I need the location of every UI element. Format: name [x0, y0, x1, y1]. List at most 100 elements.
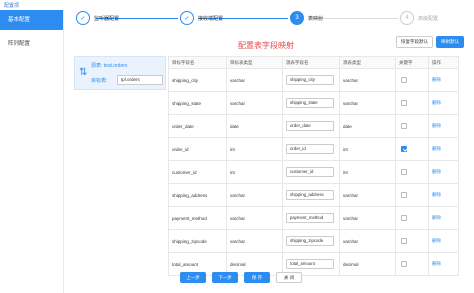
source-field-select[interactable]: shipping_city	[286, 75, 334, 85]
action-cell: 删除	[428, 137, 459, 161]
target-field-type: varchar	[226, 206, 283, 230]
delete-link[interactable]: 删除	[432, 146, 441, 151]
source-field-type: varchar	[339, 229, 396, 253]
action-cell: 删除	[428, 160, 459, 184]
delete-link[interactable]: 删除	[432, 100, 441, 105]
table-header-row: 目标字段名 目标表类型 源表字段名 源表类型 关键字 操作	[168, 56, 459, 69]
footer-actions: 上一步 下一步 保 存 关 闭	[180, 272, 302, 284]
key-cell	[395, 68, 429, 92]
reset-fields-button[interactable]: 恢复字段默认	[396, 36, 433, 48]
table-row: payment_method varchar payment_method varch…	[168, 206, 459, 230]
delete-link[interactable]: 删除	[432, 169, 441, 174]
table-row: order_date date order_date date 删除	[168, 114, 459, 138]
source-field-cell: customer_id	[282, 160, 340, 184]
target-field-name: shipping_address	[168, 183, 227, 207]
step-number: 4	[400, 11, 414, 25]
col-header-target-type: 目标表类型	[226, 56, 283, 69]
step-listener[interactable]: ✓ 监听器配置	[76, 8, 119, 28]
step-label: 高级配置	[418, 15, 439, 22]
key-cell	[395, 160, 429, 184]
key-cell	[395, 206, 429, 230]
source-field-type: varchar	[339, 183, 396, 207]
source-field-select[interactable]: order_id	[286, 144, 334, 154]
source-field-select[interactable]: shipping_state	[286, 98, 334, 108]
target-table-label: 目标表:	[91, 78, 108, 84]
action-cell: 删除	[428, 91, 459, 115]
delete-link[interactable]: 删除	[432, 238, 441, 243]
target-field-type: int	[226, 160, 283, 184]
step-label: 接收端配置	[198, 15, 224, 22]
delete-link[interactable]: 删除	[432, 123, 441, 128]
action-cell: 删除	[428, 183, 459, 207]
step-advanced[interactable]: 4 高级配置	[400, 8, 438, 28]
key-checkbox[interactable]	[401, 238, 407, 244]
key-checkbox[interactable]	[401, 100, 407, 106]
target-field-type: int	[226, 137, 283, 161]
key-checkbox[interactable]	[401, 192, 407, 198]
key-cell	[395, 91, 429, 115]
next-step-button[interactable]: 下一步	[212, 272, 238, 283]
table-row: customer_id int customer_id int 删除	[168, 160, 459, 184]
source-field-select[interactable]: order_date	[286, 121, 334, 131]
sidebar: 基本配置 阵列配置	[0, 10, 64, 293]
key-checkbox[interactable]	[401, 215, 407, 221]
step-receiver[interactable]: ✓ 接收端配置	[180, 8, 223, 28]
save-button[interactable]: 保 存	[244, 272, 270, 283]
source-table-label: 源表: test.orders	[91, 63, 128, 69]
action-cell: 删除	[428, 206, 459, 230]
key-cell	[395, 252, 429, 276]
source-field-type: date	[339, 114, 396, 138]
source-field-select[interactable]: customer_id	[286, 167, 334, 177]
key-checkbox[interactable]	[401, 169, 407, 175]
page-title: 配置表字段映射	[238, 41, 294, 50]
source-table-panel: ⇅ 源表: test.orders 目标表: tpl.orders	[74, 56, 166, 90]
app-title: 配置项	[4, 3, 20, 9]
field-mapping-table: 目标字段名 目标表类型 源表字段名 源表类型 关键字 操作 shipping_c…	[168, 56, 459, 276]
auto-map-button[interactable]: 映射默认	[436, 36, 464, 48]
source-field-select[interactable]: shipping_zipcode	[286, 236, 334, 246]
source-field-type: int	[339, 137, 396, 161]
delete-link[interactable]: 删除	[432, 261, 441, 266]
close-button[interactable]: 关 闭	[276, 272, 302, 283]
step-label: 监听器配置	[94, 15, 120, 22]
action-cell: 删除	[428, 229, 459, 253]
key-checkbox[interactable]	[401, 261, 407, 267]
delete-link[interactable]: 删除	[432, 77, 441, 82]
key-cell	[395, 137, 429, 161]
step-label: 表映射	[308, 15, 324, 22]
action-cell: 删除	[428, 252, 459, 276]
key-cell	[395, 229, 429, 253]
target-table-input[interactable]: tpl.orders	[117, 75, 163, 85]
source-field-select[interactable]: payment_method	[286, 213, 334, 223]
sidebar-item-array-config[interactable]: 阵列配置	[0, 34, 63, 54]
target-field-name: shipping_zipcode	[168, 229, 227, 253]
step-table-mapping[interactable]: 3 表映射	[290, 8, 323, 28]
target-field-name: payment_method	[168, 206, 227, 230]
source-field-type: int	[339, 160, 396, 184]
source-field-type: varchar	[339, 206, 396, 230]
key-cell	[395, 183, 429, 207]
key-checkbox[interactable]	[401, 123, 407, 129]
key-cell	[395, 114, 429, 138]
source-field-type: varchar	[339, 68, 396, 92]
target-field-type: date	[226, 114, 283, 138]
source-field-cell: shipping_state	[282, 91, 340, 115]
col-header-target-field: 目标字段名	[168, 56, 227, 69]
table-row: shipping_city varchar shipping_city varchar…	[168, 68, 459, 92]
col-header-source-type: 源表类型	[339, 56, 396, 69]
key-checkbox[interactable]	[401, 77, 407, 83]
source-field-select[interactable]: shipping_address	[286, 190, 334, 200]
target-field-type: varchar	[226, 183, 283, 207]
target-field-name: shipping_city	[168, 68, 227, 92]
key-checkbox[interactable]	[401, 146, 407, 152]
target-field-name: order_id	[168, 137, 227, 161]
sidebar-item-basic-config[interactable]: 基本配置	[0, 10, 63, 30]
col-header-key: 关键字	[395, 56, 429, 69]
delete-link[interactable]: 删除	[432, 192, 441, 197]
source-field-select[interactable]: total_amount	[286, 259, 334, 269]
delete-link[interactable]: 删除	[432, 215, 441, 220]
source-field-cell: payment_method	[282, 206, 340, 230]
prev-step-button[interactable]: 上一步	[180, 272, 206, 283]
step-check-icon: ✓	[76, 11, 90, 25]
steps-progress: ✓ 监听器配置 ✓ 接收端配置 3 表映射 4 高级配置	[76, 8, 466, 28]
